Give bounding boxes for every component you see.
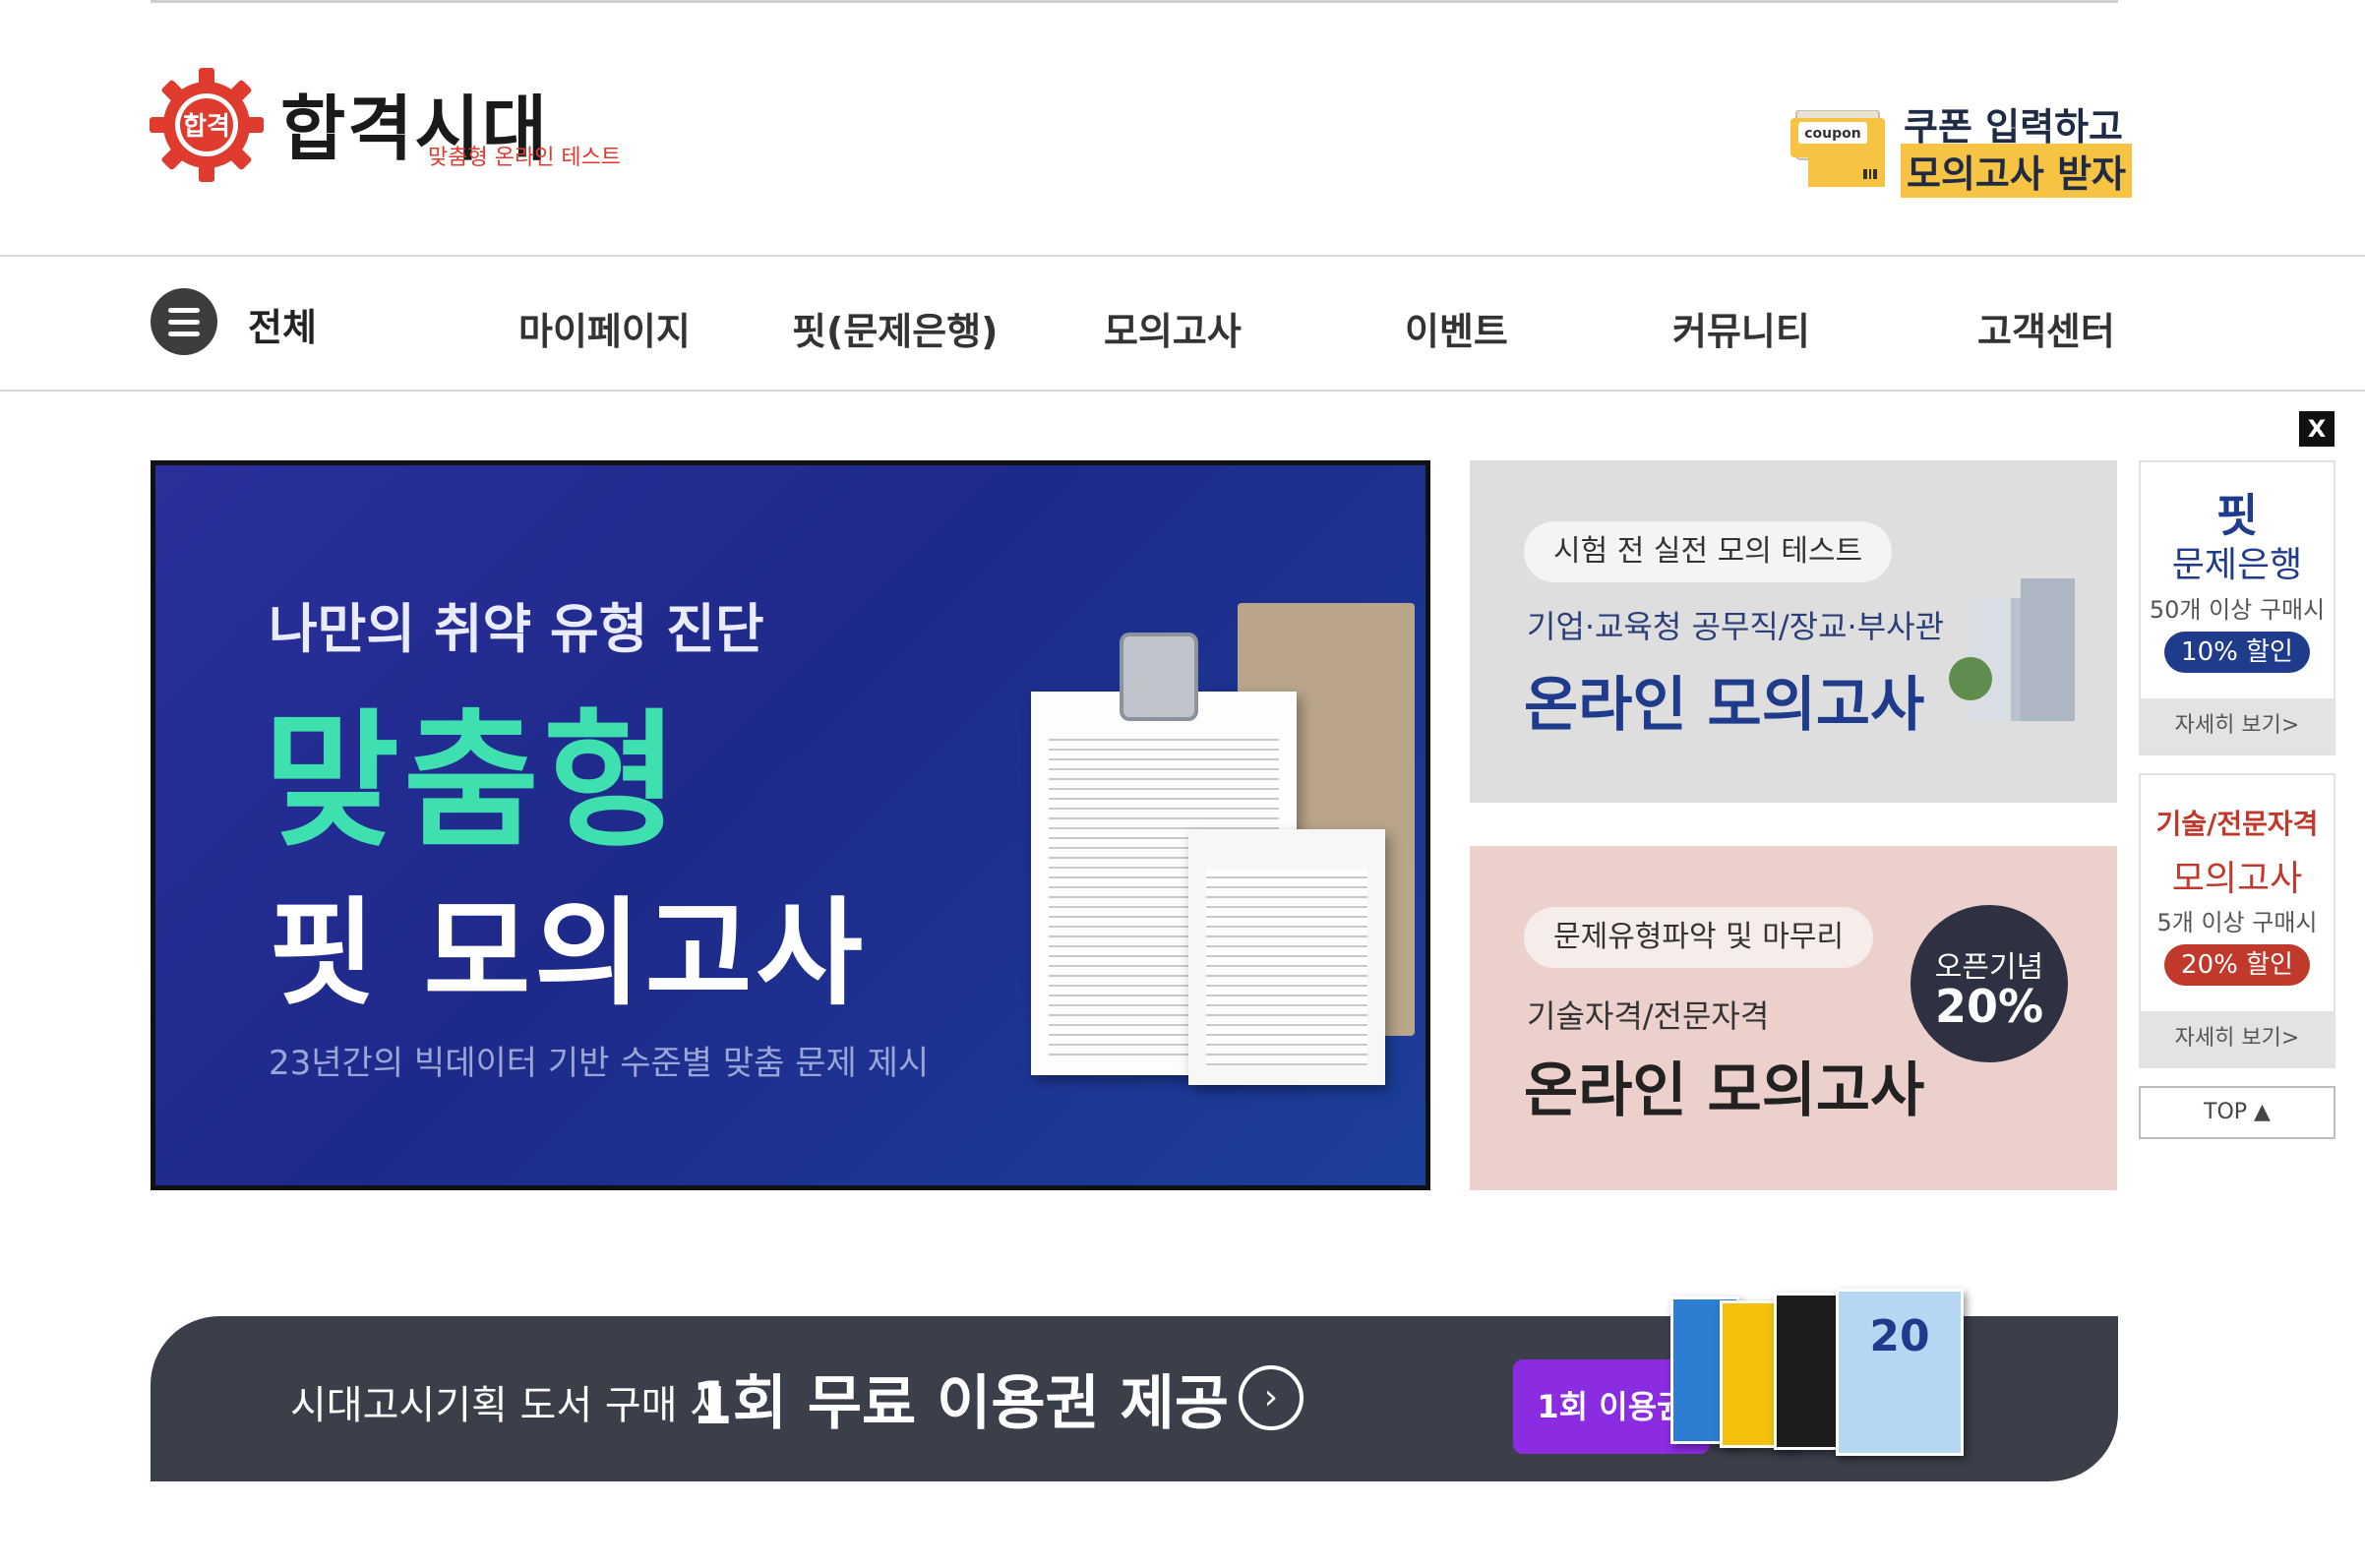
quick-card-small-title: 기술/전문자격: [2155, 808, 2319, 840]
tree-illustration: [1949, 657, 1992, 700]
site-logo[interactable]: 합격 합격시대 맞춤형 온라인 테스트: [148, 61, 639, 189]
side-banner-pill: 시험 전 실전 모의 테스트: [1524, 521, 1893, 582]
quick-card-condition: 5개 이상 구매시: [2156, 909, 2318, 936]
nav-item-community[interactable]: 커뮤니티: [1672, 301, 1810, 355]
coupon-line1: 쿠폰 입력하고: [1904, 105, 2123, 149]
top-divider: [151, 0, 2118, 3]
nav-all-label[interactable]: 전체: [248, 297, 317, 351]
clip-illustration: [1120, 633, 1198, 721]
nav-item-mock-exam[interactable]: 모의고사: [1104, 301, 1242, 355]
gear-logo-icon: 합격: [150, 68, 264, 182]
close-button[interactable]: X: [2299, 411, 2335, 447]
nav-item-fit-question-bank[interactable]: 핏(문제은행): [792, 301, 999, 355]
main-banner-headline: 맞춤형: [264, 696, 684, 868]
quick-card-condition: 50개 이상 구매시: [2149, 596, 2326, 624]
nav-item-mypage[interactable]: 마이페이지: [518, 301, 691, 355]
logo-subtitle: 맞춤형 온라인 테스트: [428, 146, 622, 170]
scroll-top-button[interactable]: TOP ▲: [2139, 1086, 2335, 1139]
nav-bottom-border: [0, 390, 2365, 392]
side-banner-public-exam[interactable]: 시험 전 실전 모의 테스트 기업·교육청 공무직/장교·부사관 온라인 모의고…: [1470, 460, 2117, 803]
side-banner-title: 온라인 모의고사: [1524, 671, 1925, 740]
quick-card-discount-badge: 10% 할인: [2164, 632, 2310, 673]
quick-card-more-link[interactable]: 자세히 보기>: [2141, 1011, 2334, 1066]
discount-circle-badge: 오픈기념 20%: [1910, 905, 2068, 1062]
bottom-banner-text: 시대고시기획 도서 구매 시: [290, 1383, 726, 1428]
quick-card-question-bank[interactable]: 핏 문제은행 50개 이상 구매시 10% 할인 자세히 보기>: [2139, 460, 2335, 755]
quick-card-discount-badge: 20% 할인: [2164, 944, 2310, 986]
side-banner-pill: 문제유형파악 및 마무리: [1524, 907, 1874, 968]
coupon-line2: 모의고사 받자: [1901, 144, 2132, 198]
side-banner-subtitle: 기업·교육청 공무직/장교·부사관: [1527, 608, 1945, 645]
building-illustration-2: [2021, 578, 2075, 721]
nav-item-customer-center[interactable]: 고객센터: [1977, 301, 2115, 355]
main-banner[interactable]: 나만의 취약 유형 진단 맞춤형 핏 모의고사 23년간의 빅데이터 기반 수준…: [151, 460, 1430, 1190]
exam-paper-illustration-2: [1188, 829, 1385, 1085]
main-banner-description: 23년간의 빅데이터 기반 수준별 맞춤 문제 제시: [269, 1044, 930, 1083]
side-banner-tech-cert[interactable]: 문제유형파악 및 마무리 기술자격/전문자격 온라인 모의고사 오픈기념 20%: [1470, 846, 2117, 1190]
discount-circle-value: 20%: [1934, 980, 2044, 1033]
nav-item-event[interactable]: 이벤트: [1405, 301, 1508, 355]
nav-top-border: [0, 255, 2365, 257]
coupon-banner[interactable]: coupon 쿠폰 입력하고 모의고사 받자: [1790, 96, 2132, 198]
side-banner-subtitle: 기술자격/전문자격: [1527, 997, 1770, 1035]
bottom-banner-headline: 1회 무료 이용권 제공: [692, 1369, 1230, 1438]
coupon-tag-text: coupon: [1804, 126, 1861, 142]
bottom-promo-banner[interactable]: 시대고시기획 도서 구매 시 1회 무료 이용권 제공 › 1회 이용권 20: [151, 1289, 2118, 1481]
chevron-right-icon[interactable]: ›: [1239, 1365, 1304, 1430]
main-banner-title: 핏 모의고사: [269, 885, 867, 1021]
quick-card-title: 문제은행: [2171, 545, 2303, 585]
book-cover-illustration: 20: [1836, 1289, 1964, 1456]
side-banner-title: 온라인 모의고사: [1524, 1056, 1925, 1125]
main-banner-line1: 나만의 취약 유형 진단: [269, 598, 764, 660]
logo-mark-text: 합격: [183, 112, 230, 142]
quick-card-tech-mock-exam[interactable]: 기술/전문자격 모의고사 5개 이상 구매시 20% 할인 자세히 보기>: [2139, 773, 2335, 1068]
quick-card-title: 모의고사: [2171, 859, 2303, 899]
quick-card-more-link[interactable]: 자세히 보기>: [2141, 698, 2334, 754]
coupon-ticket-icon: coupon: [1790, 110, 1885, 187]
hamburger-menu-icon[interactable]: [151, 288, 217, 355]
